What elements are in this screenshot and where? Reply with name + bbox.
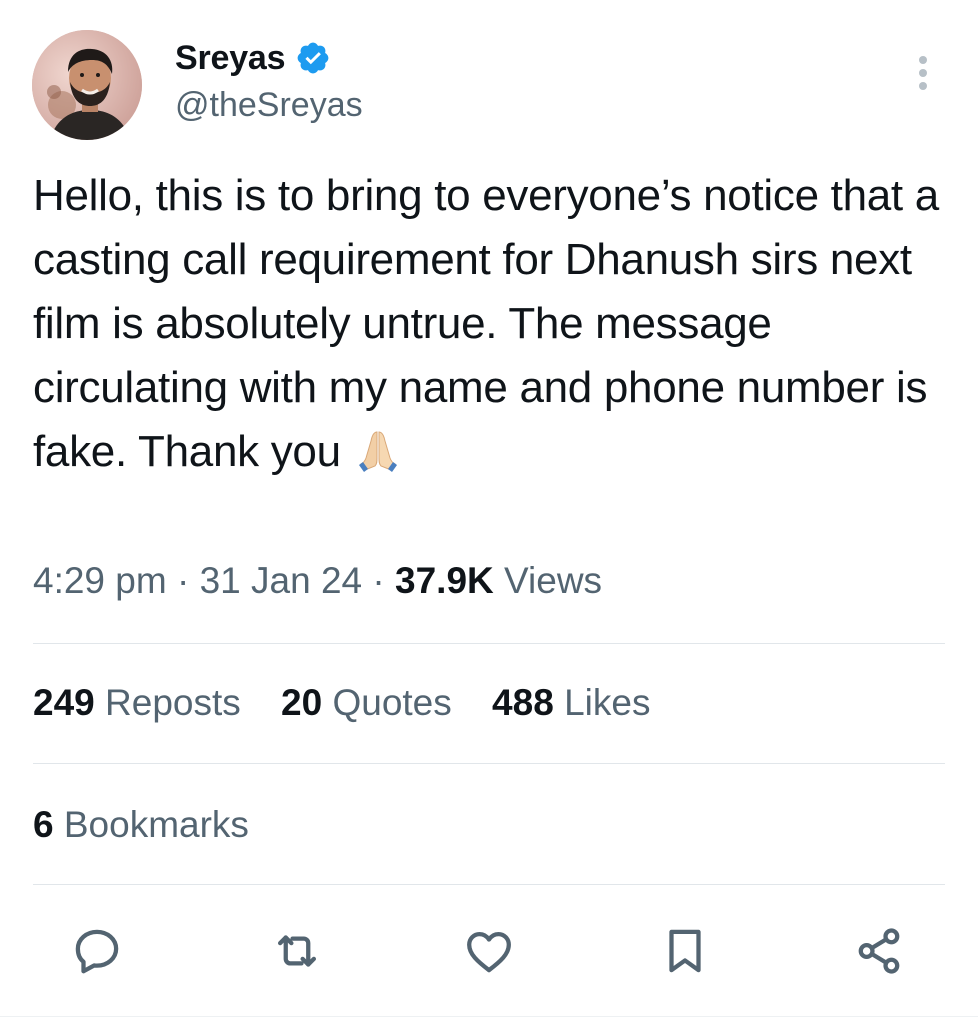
bottom-divider (0, 1016, 978, 1017)
divider (33, 763, 945, 764)
tweet-detail: Sreyas @theSreyas Hello, this is to brin… (0, 0, 978, 1024)
action-bar (0, 924, 978, 980)
tweet-body: Hello, this is to bring to everyone’s no… (33, 171, 939, 476)
avatar[interactable] (32, 30, 142, 140)
verified-badge-icon[interactable] (295, 40, 331, 76)
bookmarks-count: 6 (33, 804, 54, 845)
share-button[interactable] (852, 924, 906, 978)
display-name[interactable]: Sreyas (175, 39, 286, 78)
share-icon (858, 928, 900, 974)
views-count[interactable]: 37.9K (395, 560, 494, 601)
bookmark-icon (669, 929, 701, 973)
profile-photo (32, 30, 142, 140)
tweet-meta: 4:29 pm · 31 Jan 24 · 37.9K Views (33, 560, 602, 602)
likes-stat[interactable]: 488 Likes (492, 682, 650, 723)
repost-icon (277, 935, 317, 967)
folded-hands-icon (355, 428, 401, 492)
divider (33, 643, 945, 644)
meta-separator: · (176, 560, 190, 601)
tweet-text: Hello, this is to bring to everyone’s no… (33, 164, 953, 492)
meta-separator: · (372, 560, 385, 601)
reply-icon (75, 929, 119, 974)
repost-button[interactable] (270, 924, 324, 978)
reply-button[interactable] (70, 924, 124, 978)
quotes-stat[interactable]: 20 Quotes (281, 682, 452, 723)
heart-icon (467, 931, 511, 973)
engagement-stats: 249 Reposts 20 Quotes 488 Likes (33, 682, 680, 724)
views-label[interactable]: Views (504, 560, 602, 601)
author-handle[interactable]: @theSreyas (175, 86, 363, 125)
bookmarks-stat[interactable]: 6 Bookmarks (33, 804, 249, 846)
tweet-date[interactable]: 31 Jan 24 (200, 560, 363, 601)
quotes-count: 20 (281, 682, 323, 723)
tweet-time[interactable]: 4:29 pm (33, 560, 167, 601)
bookmark-button[interactable] (658, 924, 712, 978)
more-options-icon[interactable] (912, 56, 934, 92)
bookmarks-label: Bookmarks (63, 804, 249, 845)
reposts-stat[interactable]: 249 Reposts (33, 682, 241, 723)
reposts-label: Reposts (105, 682, 241, 723)
likes-label: Likes (564, 682, 651, 723)
quotes-label: Quotes (332, 682, 452, 723)
divider (33, 884, 945, 885)
author-name-row[interactable]: Sreyas (175, 36, 331, 80)
reposts-count: 249 (33, 682, 95, 723)
like-button[interactable] (462, 924, 516, 978)
likes-count: 488 (492, 682, 554, 723)
